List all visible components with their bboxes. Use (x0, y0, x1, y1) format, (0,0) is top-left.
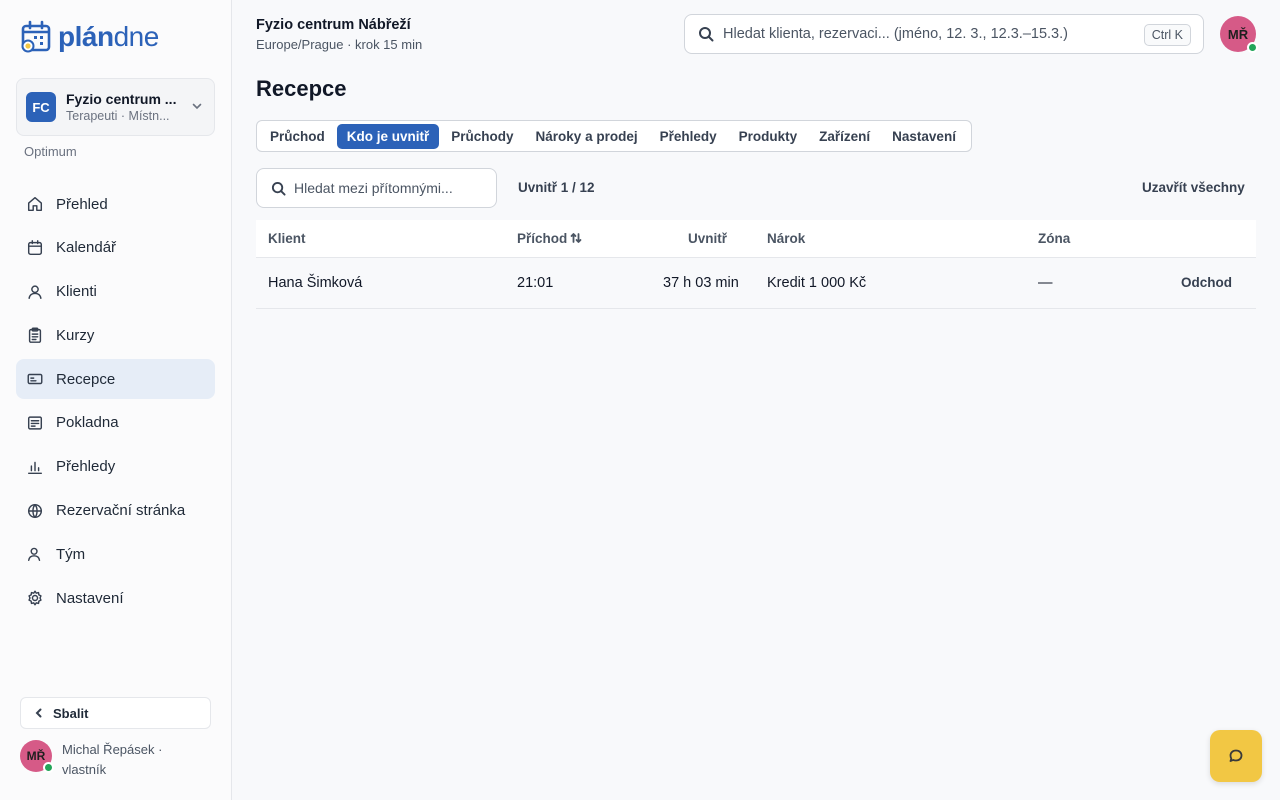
user-name: Michal Řepásek · vlastník (62, 742, 163, 777)
id-card-icon (27, 373, 43, 385)
tab-zarizeni[interactable]: Zařízení (809, 124, 880, 149)
sidebar-item-label: Nastavení (56, 589, 124, 607)
present-clients-table: Klient Příchod Uvnitř Nárok Zóna Hana Ši… (256, 220, 1256, 309)
sidebar-item-label: Pokladna (56, 414, 119, 432)
cell-entitlement: Kredit 1 000 Kč (767, 275, 867, 291)
home-icon (27, 196, 43, 212)
column-header-uvnitr[interactable]: Uvnitř (688, 231, 727, 246)
sidebar-item-kurzy[interactable]: Kurzy (16, 315, 215, 355)
column-header-klient[interactable]: Klient (268, 231, 306, 246)
tab-produkty[interactable]: Produkty (729, 124, 808, 149)
sidebar-item-prehledy[interactable]: Přehledy (16, 447, 215, 487)
checkout-button[interactable]: Odchod (1181, 275, 1232, 290)
tab-naroky-a-prodej[interactable]: Nároky a prodej (526, 124, 648, 149)
sidebar-item-label: Recepce (56, 370, 116, 388)
chat-button[interactable] (1210, 730, 1262, 782)
globe-icon (27, 503, 43, 518)
column-header-prichod-sortable[interactable]: Příchod (517, 231, 582, 246)
reception-tabs: Průchod Kdo je uvnitř Průchody Nároky a … (256, 120, 972, 152)
sidebar-item-label: Přehledy (56, 458, 116, 476)
calendar-icon (27, 239, 43, 255)
filter-placeholder: Hledat mezi přítomnými... (294, 180, 453, 196)
location-subtitle: Europe/Prague · krok 15 min (256, 37, 423, 52)
sidebar-item-label: Kurzy (56, 326, 95, 344)
collapse-sidebar-button[interactable]: Sbalit (20, 697, 211, 729)
sidebar-item-label: Přehled (56, 195, 108, 213)
page-title: Recepce (256, 76, 347, 101)
receipt-icon (27, 416, 43, 430)
brand-name-bold: plán (58, 21, 114, 52)
avatar: MŘ (1220, 16, 1258, 53)
team-icon (27, 548, 41, 562)
collapse-label: Sbalit (53, 705, 89, 721)
org-subtitle: Terapeuti · Místn... (66, 109, 170, 123)
user-profile[interactable]: MŘ Michal Řepásek · vlastník (20, 740, 182, 780)
sidebar-item-label: Tým (56, 545, 86, 563)
inside-count: Uvnitř 1 / 12 (518, 180, 595, 195)
search-icon (699, 27, 714, 42)
table-header: Klient Příchod Uvnitř Nárok Zóna (256, 220, 1256, 258)
sidebar-item-kalendar[interactable]: Kalendář (16, 228, 215, 268)
gear-icon (28, 590, 42, 606)
search-placeholder: Hledat klienta, rezervaci... (jméno, 12.… (723, 26, 1068, 42)
org-initials-badge: FC (26, 92, 56, 122)
org-name: Fyzio centrum ... (66, 91, 177, 107)
avatar-initials: MŘ (1227, 26, 1249, 42)
tab-kdo-je-uvnitr[interactable]: Kdo je uvnitř (336, 123, 440, 149)
planner-logo-icon (21, 20, 51, 53)
chat-bubble-icon (1229, 749, 1243, 762)
column-header-prichod-label: Příchod (517, 231, 568, 246)
column-header-narok[interactable]: Nárok (767, 231, 805, 246)
sidebar-item-nastaveni[interactable]: Nastavení (16, 578, 215, 618)
sidebar-item-recepce[interactable]: Recepce (16, 359, 215, 400)
organization-switcher[interactable]: FC Fyzio centrum ... Terapeuti · Místn..… (16, 78, 215, 136)
chevron-left-icon (35, 708, 42, 718)
sidebar-item-tym[interactable]: Tým (16, 534, 215, 574)
brand-name: plándne (58, 23, 159, 51)
tab-pruchod[interactable]: Průchod (260, 124, 335, 149)
tab-prehledy[interactable]: Přehledy (650, 124, 727, 149)
avatar-initials: MŘ (26, 749, 46, 763)
global-search-input[interactable]: Hledat klienta, rezervaci... (jméno, 12.… (684, 14, 1204, 54)
tab-nastaveni[interactable]: Nastavení (882, 124, 966, 149)
cell-zone: — (1038, 275, 1053, 291)
brand-name-light: dne (113, 21, 160, 52)
sidebar-item-rezervacni-stranka[interactable]: Rezervační stránka (16, 491, 215, 531)
sidebar-item-pokladna[interactable]: Pokladna (16, 403, 215, 443)
chevron-down-icon (192, 103, 202, 110)
location-title: Fyzio centrum Nábřeží (256, 17, 411, 33)
cell-time-inside: 37 h 03 min (663, 275, 739, 291)
table-row: Hana Šimková 21:01 37 h 03 min Kredit 1 … (256, 258, 1256, 309)
clipboard-icon (28, 327, 42, 344)
cell-arrival: 21:01 (517, 275, 554, 291)
online-status-dot (1247, 42, 1258, 53)
sidebar: plándne FC Fyzio centrum ... Terapeuti ·… (0, 0, 232, 800)
sidebar-item-label: Rezervační stránka (56, 502, 186, 520)
close-all-button[interactable]: Uzavřít všechny (1142, 180, 1245, 195)
cell-client[interactable]: Hana Šimková (268, 275, 362, 291)
sidebar-nav: Přehled Kalendář Klienti Kurzy Recepce P… (16, 184, 215, 622)
sort-icon (570, 233, 582, 243)
header-avatar[interactable]: MŘ (1220, 16, 1258, 53)
sidebar-item-label: Kalendář (56, 239, 117, 257)
sidebar-item-prehled[interactable]: Přehled (16, 184, 215, 224)
online-status-dot (43, 762, 54, 773)
sidebar-item-label: Klienti (56, 283, 97, 301)
logo[interactable]: plándne (20, 20, 159, 54)
search-icon (271, 181, 286, 196)
keyboard-shortcut-badge: Ctrl K (1143, 24, 1191, 46)
user-icon (28, 285, 42, 299)
tab-pruchody[interactable]: Průchody (441, 124, 523, 149)
present-clients-search-input[interactable]: Hledat mezi přítomnými... (256, 168, 497, 208)
plan-label: Optimum (24, 144, 77, 159)
sidebar-item-klienti[interactable]: Klienti (16, 272, 215, 312)
avatar: MŘ (20, 740, 54, 773)
bar-chart-icon (27, 461, 43, 474)
column-header-zona[interactable]: Zóna (1038, 231, 1070, 246)
